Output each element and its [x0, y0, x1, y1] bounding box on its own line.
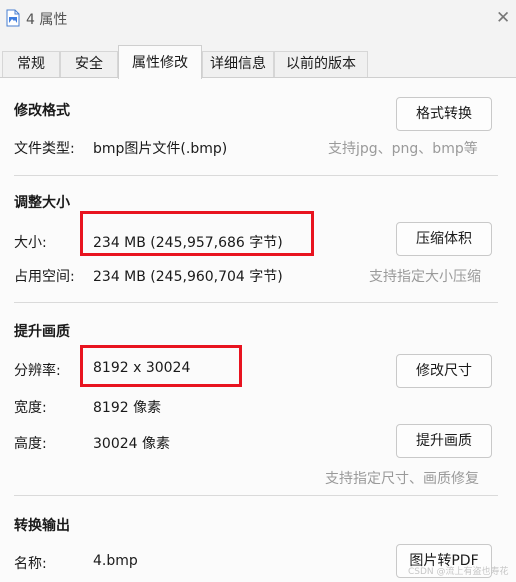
height-label: 高度:	[14, 436, 47, 452]
enhance-quality-button[interactable]: 提升画质	[396, 424, 492, 458]
section-title-convert: 转换输出	[14, 518, 70, 534]
window-title: 4 属性	[26, 12, 68, 28]
name-value: 4.bmp	[93, 553, 138, 569]
section-title-format: 修改格式	[14, 103, 70, 119]
watermark: CSDN @流上有盗也寿花	[408, 567, 509, 577]
section-divider	[14, 302, 498, 303]
resolution-highlight-box	[80, 345, 242, 387]
width-label: 宽度:	[14, 400, 47, 416]
height-value: 30024 像素	[93, 436, 170, 452]
tab-property-edit[interactable]: 属性修改	[118, 45, 202, 79]
format-hint: 支持jpg、png、bmp等	[328, 141, 478, 157]
file-type-label: 文件类型:	[14, 141, 75, 157]
compress-button[interactable]: 压缩体积	[396, 222, 492, 256]
resize-hint: 支持指定大小压缩	[369, 269, 481, 285]
size-highlight-box	[80, 211, 314, 256]
width-value: 8192 像素	[93, 400, 162, 416]
tab-details[interactable]: 详细信息	[202, 51, 274, 77]
section-divider	[14, 175, 498, 176]
section-divider	[14, 495, 498, 496]
name-label: 名称:	[14, 556, 47, 572]
file-type-value: bmp图片文件(.bmp)	[93, 141, 228, 157]
disk-usage-value: 234 MB (245,960,704 字节)	[93, 269, 283, 285]
tab-security[interactable]: 安全	[60, 51, 118, 77]
tab-previous-versions[interactable]: 以前的版本	[274, 51, 368, 77]
section-title-resize: 调整大小	[14, 195, 70, 211]
format-convert-button[interactable]: 格式转换	[396, 97, 492, 131]
size-label: 大小:	[14, 235, 47, 251]
close-icon[interactable]: ✕	[496, 8, 510, 28]
quality-hint: 支持指定尺寸、画质修复	[325, 471, 479, 487]
image-file-icon	[6, 9, 20, 27]
resolution-label: 分辨率:	[14, 363, 61, 379]
tab-general[interactable]: 常规	[2, 51, 60, 77]
change-size-button[interactable]: 修改尺寸	[396, 354, 492, 388]
disk-usage-label: 占用空间:	[14, 269, 75, 285]
title-bar: 4 属性 ✕	[0, 0, 516, 40]
section-title-quality: 提升画质	[14, 324, 70, 340]
